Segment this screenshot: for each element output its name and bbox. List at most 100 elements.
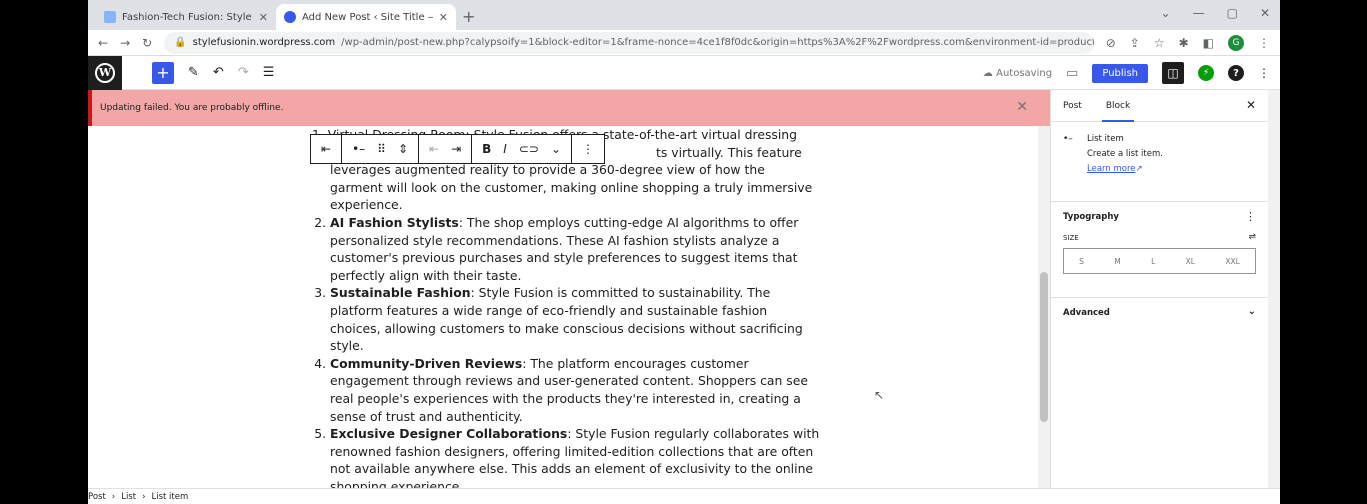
options-menu-icon[interactable]: ⋮ [1258, 66, 1270, 80]
drag-handle-icon[interactable]: ⠿ [377, 142, 386, 156]
jetpack-icon[interactable]: ⚡ [1198, 65, 1214, 81]
page-favicon-icon [104, 11, 116, 23]
editor-header: W + ✎ ↶ ↷ ☰ ☁ Autosaving ▭ Publish ◫ ⚡ ?… [88, 55, 1280, 90]
block-toolbar: ⇤ •– ⠿ ⇕ ⇤ ⇥ B I ⊂⊃ ⌄ ⋮ [310, 134, 605, 164]
undo-icon[interactable]: ↶ [213, 65, 224, 80]
settings-panel-icon[interactable]: ◫ [1162, 62, 1184, 84]
bookmark-star-icon[interactable]: ☆ [1154, 36, 1165, 50]
list-item-icon[interactable]: •– [352, 142, 365, 156]
minimize-icon[interactable]: — [1193, 6, 1205, 20]
editor-scrollbar[interactable] [1038, 126, 1050, 488]
move-up-down-icon[interactable]: ⇕ [398, 142, 408, 156]
close-tab-icon[interactable]: ✕ [439, 11, 448, 24]
sidepanel-icon[interactable]: ◧ [1203, 36, 1214, 50]
close-tab-icon[interactable]: ✕ [259, 11, 268, 24]
custom-size-icon[interactable]: ⇌ [1248, 232, 1256, 242]
reload-icon[interactable]: ↻ [142, 36, 152, 50]
url-input[interactable]: 🔒 stylefusionin.wordpress.com/wp-admin/p… [164, 31, 1094, 54]
item-title: Exclusive Designer Collaborations [330, 426, 568, 442]
back-icon[interactable]: ← [98, 36, 108, 50]
breadcrumb-post[interactable]: Post [88, 492, 106, 502]
size-m[interactable]: M [1114, 257, 1120, 266]
header-right: ☁ Autosaving ▭ Publish ◫ ⚡ ? ⋮ [983, 62, 1270, 84]
size-label: SIZE [1063, 234, 1079, 242]
tab-search-icon[interactable]: ⌄ [1161, 6, 1171, 20]
extensions-icon[interactable]: ✱ [1179, 36, 1189, 50]
scrollbar-thumb[interactable] [1040, 272, 1048, 422]
redo-icon[interactable]: ↷ [238, 65, 249, 80]
bold-icon[interactable]: B [482, 142, 491, 156]
outdent-icon[interactable]: ⇤ [321, 142, 331, 156]
help-icon[interactable]: ? [1228, 65, 1244, 81]
tab-fashion-tech[interactable]: Fashion-Tech Fusion: Style Revol ✕ [96, 4, 276, 30]
size-s[interactable]: S [1079, 257, 1084, 266]
indent-list-icon[interactable]: ⇥ [451, 142, 461, 156]
tab-block[interactable]: Block [1101, 90, 1135, 122]
post-content[interactable]: 1. Virtual Dressing Room: Style Fusion o… [310, 126, 820, 488]
autosave-status: ☁ Autosaving [982, 67, 1053, 79]
chevron-down-icon: ⌄ [1247, 306, 1256, 317]
more-formatting-icon[interactable]: ⌄ [551, 142, 561, 156]
preview-icon[interactable]: ▭ [1066, 66, 1078, 81]
list-item[interactable]: Community-Driven Reviews: The platform e… [330, 355, 820, 425]
list-item[interactable]: Exclusive Designer Collaborations: Style… [330, 425, 820, 488]
link-icon[interactable]: ⊂⊃ [519, 142, 539, 156]
wordpress-favicon-icon [284, 11, 296, 23]
restore-icon[interactable]: ▢ [1227, 6, 1238, 20]
new-tab-icon[interactable]: + [462, 7, 475, 26]
breadcrumb-list-item[interactable]: List item [151, 492, 188, 502]
tab-post[interactable]: Post [1063, 101, 1082, 111]
size-xl[interactable]: XL [1186, 257, 1195, 266]
block-name: List item [1087, 134, 1124, 144]
tab-add-new-post[interactable]: Add New Post ‹ Site Title — Wo ✕ [276, 4, 456, 30]
forward-icon[interactable]: → [120, 36, 130, 50]
toolbar-icons: ⊘ ⇪ ☆ ✱ ◧ G ⋮ [1106, 34, 1270, 51]
add-block-button[interactable]: + [152, 61, 174, 84]
wordpress-logo-icon[interactable]: W [88, 55, 122, 90]
profile-avatar[interactable]: G [1228, 34, 1244, 51]
settings-sidebar: Post Block ✕ •– List item Create a list … [1050, 90, 1280, 488]
close-window-icon[interactable]: ✕ [1260, 6, 1270, 20]
lock-icon: 🔒 [174, 37, 187, 48]
item-title: Sustainable Fashion [330, 285, 471, 301]
list-item-1-rest[interactable]: leverages augmented reality to provide a… [310, 161, 820, 214]
feature-list: AI Fashion Stylists: The shop employs cu… [310, 214, 820, 488]
mouse-cursor-icon: ↖ [874, 388, 885, 402]
size-l[interactable]: L [1151, 257, 1155, 266]
chevron-right-icon: › [111, 491, 116, 502]
learn-more-link[interactable]: Learn more [1087, 164, 1135, 174]
sidebar-scrollbar[interactable] [1268, 90, 1280, 488]
typography-panel: Typography ⋮ SIZE ⇌ S M L XL XXL [1051, 202, 1268, 298]
browser-menu-icon[interactable]: ⋮ [1258, 36, 1270, 50]
notice-text: Updating failed. You are probably offlin… [100, 103, 284, 113]
share-icon[interactable]: ⇪ [1130, 36, 1140, 50]
edit-pencil-icon[interactable]: ✎ [188, 65, 199, 80]
external-link-icon: ↗ [1135, 164, 1143, 174]
block-options-icon[interactable]: ⋮ [582, 142, 594, 156]
tab-bar: Fashion-Tech Fusion: Style Revol ✕ Add N… [88, 0, 1280, 30]
list-item[interactable]: Sustainable Fashion: Style Fusion is com… [330, 284, 820, 354]
error-notice: Updating failed. You are probably offlin… [88, 90, 1050, 126]
dismiss-notice-icon[interactable]: ✕ [1016, 99, 1028, 115]
close-sidebar-icon[interactable]: ✕ [1246, 98, 1256, 112]
publish-button[interactable]: Publish [1092, 63, 1148, 83]
chevron-right-icon: › [142, 491, 146, 502]
advanced-panel[interactable]: Advanced ⌄ [1051, 298, 1268, 328]
list-item[interactable]: AI Fashion Stylists: The shop employs cu… [330, 214, 820, 284]
size-xxl[interactable]: XXL [1225, 257, 1239, 266]
hide-icon[interactable]: ⊘ [1106, 36, 1116, 50]
header-tools: ✎ ↶ ↷ ☰ [188, 65, 274, 80]
window-controls: ⌄ — ▢ ✕ [1161, 6, 1270, 20]
font-size-picker: S M L XL XXL [1063, 248, 1256, 274]
url-path: /wp-admin/post-new.php?calypsoify=1&bloc… [341, 37, 1094, 48]
italic-icon[interactable]: I [503, 142, 507, 156]
list-view-icon[interactable]: ☰ [263, 65, 275, 80]
typography-options-icon[interactable]: ⋮ [1245, 210, 1256, 223]
outdent-list-icon[interactable]: ⇤ [429, 142, 439, 156]
breadcrumb-list[interactable]: List [121, 492, 136, 502]
item-title: Community-Driven Reviews [330, 355, 523, 371]
typography-title: Typography [1063, 212, 1119, 222]
address-bar-row: ← → ↻ 🔒 stylefusionin.wordpress.com/wp-a… [88, 30, 1280, 56]
block-card: •– List item Create a list item. Learn m… [1051, 122, 1268, 202]
editor-canvas: Updating failed. You are probably offlin… [88, 90, 1050, 488]
